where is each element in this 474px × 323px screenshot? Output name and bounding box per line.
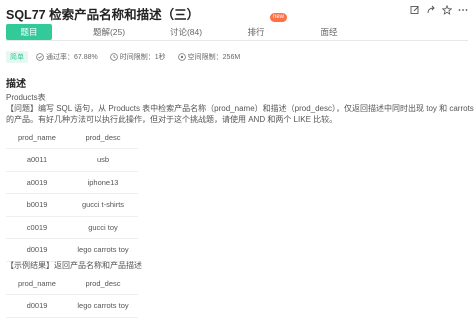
tab-discussion[interactable]: 讨论(84) bbox=[161, 24, 211, 40]
table-cell: d0019 bbox=[6, 294, 68, 318]
more-icon[interactable] bbox=[458, 5, 468, 15]
table-cell: usb bbox=[68, 148, 138, 172]
table-row: d0019 lego carrots toy bbox=[6, 238, 138, 262]
tab-solutions[interactable]: 题解(25) bbox=[84, 24, 134, 40]
table-cell: gucci toy bbox=[68, 216, 138, 239]
table-cell: lego carrots toy bbox=[68, 294, 138, 318]
table-cell: a0011 bbox=[6, 148, 68, 172]
table-header: prod_desc bbox=[68, 272, 138, 295]
pass-rate-text: 通过率：67.88% bbox=[46, 53, 98, 61]
table-row: a0019 iphone13 bbox=[6, 171, 138, 194]
time-limit-text: 时间限制：1秒 bbox=[119, 53, 166, 61]
problem-text-line1: 【问题】编写 SQL 语句，从 Products 表中检索产品名称（prod_n… bbox=[6, 104, 474, 113]
table-cell: gucci t-shirts bbox=[68, 193, 138, 217]
new-badge: new bbox=[270, 13, 288, 22]
space-limit: 空间限制：256M bbox=[177, 52, 241, 62]
problem-meta: 简单 通过率：67.88% 时间限制：1秒 空间限制：256M bbox=[6, 50, 252, 63]
difficulty-badge: 简单 bbox=[6, 50, 28, 63]
products-table: prod_name prod_desc a0011 usb a0019 ipho… bbox=[6, 126, 138, 262]
clock-icon bbox=[109, 52, 118, 61]
problem-text-line2: 的产品。有好几种方法可以执行此操作，但对于这个挑战题，请使用 AND 和两个 L… bbox=[6, 115, 338, 124]
table-header: prod_name bbox=[6, 272, 68, 295]
check-circle-icon bbox=[36, 52, 44, 61]
table-row: c0019 gucci toy bbox=[6, 216, 138, 239]
tab-interview[interactable]: 面经 bbox=[314, 24, 344, 40]
table-header: prod_desc bbox=[68, 126, 138, 149]
table-row: b0019 gucci t-shirts bbox=[6, 193, 138, 217]
star-icon[interactable] bbox=[442, 5, 452, 15]
table-row: a0011 usb bbox=[6, 148, 138, 172]
edit-icon[interactable] bbox=[410, 5, 420, 15]
table-cell: iphone13 bbox=[68, 171, 138, 194]
table-header: prod_name bbox=[6, 126, 68, 149]
memory-icon bbox=[177, 52, 186, 61]
table-cell: d0019 bbox=[6, 238, 68, 262]
pass-rate: 通过率：67.88% bbox=[36, 52, 98, 62]
tab-problem[interactable]: 题目 bbox=[6, 24, 52, 40]
tab-ranking[interactable]: 排行 bbox=[241, 24, 271, 40]
header-actions bbox=[410, 5, 468, 15]
space-limit-text: 空间限制：256M bbox=[187, 53, 241, 61]
table-cell: a0019 bbox=[6, 171, 68, 194]
problem-tabs: 题目 题解(25) 讨论(84) 排行 面经 bbox=[6, 22, 468, 41]
table-row: d0019 lego carrots toy bbox=[6, 294, 138, 318]
time-limit: 时间限制：1秒 bbox=[109, 52, 166, 62]
share-icon[interactable] bbox=[426, 5, 436, 15]
example-label: 【示例结果】返回产品名称和产品描述 bbox=[6, 261, 142, 270]
table-name: Products表 bbox=[6, 93, 46, 102]
table-header-row: prod_name prod_desc bbox=[6, 126, 138, 149]
table-cell: c0019 bbox=[6, 216, 68, 239]
result-table: prod_name prod_desc d0019 lego carrots t… bbox=[6, 272, 138, 318]
header: SQL77 检索产品名称和描述（三） bbox=[0, 0, 474, 22]
table-cell: lego carrots toy bbox=[68, 238, 138, 262]
table-cell: b0019 bbox=[6, 193, 68, 217]
table-header-row: prod_name prod_desc bbox=[6, 272, 138, 295]
page-title: SQL77 检索产品名称和描述（三） bbox=[6, 8, 200, 22]
description-heading: 描述 bbox=[6, 79, 26, 90]
